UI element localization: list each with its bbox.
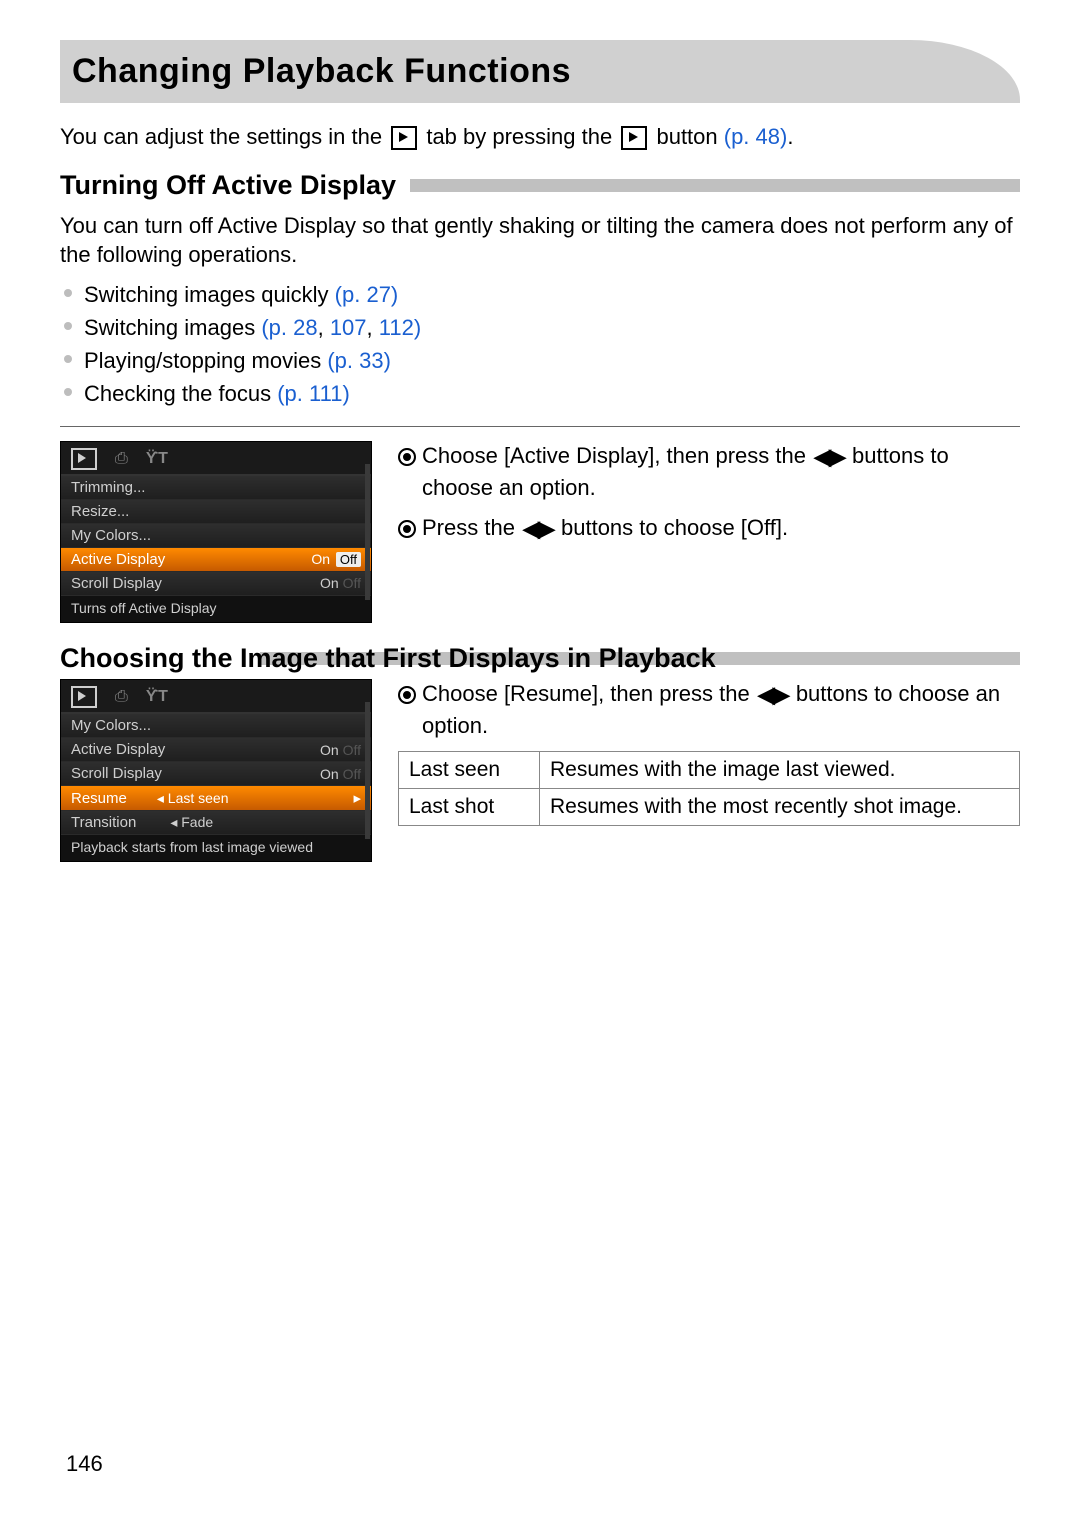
print-tab-icon: ⎙	[115, 450, 128, 468]
instruction-list: Choose [Resume], then press the ◀▶ butto…	[398, 679, 1020, 741]
playback-tab-icon	[71, 448, 97, 470]
page-ref-link[interactable]: (p. 111)	[277, 381, 350, 406]
camera-menu-tabs: ⎙ ϔΤ	[61, 442, 371, 476]
menu-scrollbar	[365, 702, 370, 839]
option-desc: Resumes with the image last viewed.	[540, 752, 1020, 789]
page-number: 146	[66, 1451, 103, 1477]
list-item: Checking the focus (p. 111)	[60, 377, 1020, 410]
instruction-step: Choose [Active Display], then press the …	[398, 441, 1020, 503]
heading-decorative-bar	[410, 179, 1020, 192]
intro-text-mid: tab by pressing the	[426, 124, 618, 149]
menu-row-selected: Active Display On Off	[61, 548, 371, 572]
menu-row: Transition ◂ Fade	[61, 811, 371, 835]
menu-row-selected: Resume ◂ Last seen ▸	[61, 786, 371, 811]
section-heading-row: Turning Off Active Display	[60, 170, 1020, 201]
menu-row: Resize...	[61, 500, 371, 524]
menu-row: My Colors...	[61, 714, 371, 738]
chapter-title: Changing Playback Functions	[72, 52, 571, 90]
list-item: Switching images quickly (p. 27)	[60, 278, 1020, 311]
playback-button-icon	[621, 126, 647, 150]
tools-tab-icon: ϔΤ	[146, 688, 168, 706]
left-right-arrows-icon: ◀▶	[523, 514, 553, 545]
table-row: Last shot Resumes with the most recently…	[399, 789, 1020, 826]
page-ref-link[interactable]: 107	[330, 315, 367, 340]
separator	[60, 426, 1020, 427]
page-ref-link[interactable]: (p. 33)	[327, 348, 391, 373]
page-ref-link[interactable]: (p. 28	[261, 315, 317, 340]
camera-menu-screenshot: ⎙ ϔΤ My Colors... Active Display On Off …	[60, 679, 372, 862]
option-name: Last seen	[399, 752, 540, 789]
camera-menu-tabs: ⎙ ϔΤ	[61, 680, 371, 714]
intro-text-post: button	[656, 124, 723, 149]
option-desc: Resumes with the most recently shot imag…	[540, 789, 1020, 826]
table-row: Last seen Resumes with the image last vi…	[399, 752, 1020, 789]
list-item: Playing/stopping movies (p. 33)	[60, 344, 1020, 377]
section2-heading: Choosing the Image that First Displays i…	[60, 643, 716, 674]
menu-row: Active Display On Off	[61, 738, 371, 762]
page-ref-link[interactable]: (p. 48)	[724, 124, 788, 149]
menu-row: Scroll Display On Off	[61, 762, 371, 786]
playback-tab-icon	[71, 686, 97, 708]
operations-bullet-list: Switching images quickly (p. 27) Switchi…	[60, 278, 1020, 410]
section1-paragraph: You can turn off Active Display so that …	[60, 211, 1020, 270]
left-right-arrows-icon: ◀▶	[758, 680, 788, 711]
chapter-title-bar: Changing Playback Functions	[60, 40, 1020, 103]
intro-text-pre: You can adjust the settings in the	[60, 124, 388, 149]
camera-menu-screenshot: ⎙ ϔΤ Trimming... Resize... My Colors... …	[60, 441, 372, 623]
section1-heading: Turning Off Active Display	[60, 170, 396, 201]
instruction-step: Choose [Resume], then press the ◀▶ butto…	[398, 679, 1020, 741]
menu-scrollbar	[365, 464, 370, 600]
menu-row: Scroll Display On Off	[61, 572, 371, 596]
resume-options-table: Last seen Resumes with the image last vi…	[398, 751, 1020, 826]
left-right-arrows-icon: ◀▶	[814, 442, 844, 473]
menu-row: My Colors...	[61, 524, 371, 548]
list-item: Switching images (p. 28, 107, 112)	[60, 311, 1020, 344]
menu-footer-text: Playback starts from last image viewed	[61, 835, 371, 861]
playback-tab-icon	[391, 126, 417, 150]
menu-row: Trimming...	[61, 476, 371, 500]
instruction-list: Choose [Active Display], then press the …	[398, 441, 1020, 545]
print-tab-icon: ⎙	[115, 688, 128, 706]
page-ref-link[interactable]: 112)	[379, 315, 421, 340]
menu-footer-text: Turns off Active Display	[61, 596, 371, 622]
intro-paragraph: You can adjust the settings in the tab b…	[60, 123, 1020, 152]
option-name: Last shot	[399, 789, 540, 826]
page-ref-link[interactable]: (p. 27)	[335, 282, 399, 307]
instruction-step: Press the ◀▶ buttons to choose [Off].	[398, 513, 1020, 545]
tools-tab-icon: ϔΤ	[146, 450, 168, 468]
